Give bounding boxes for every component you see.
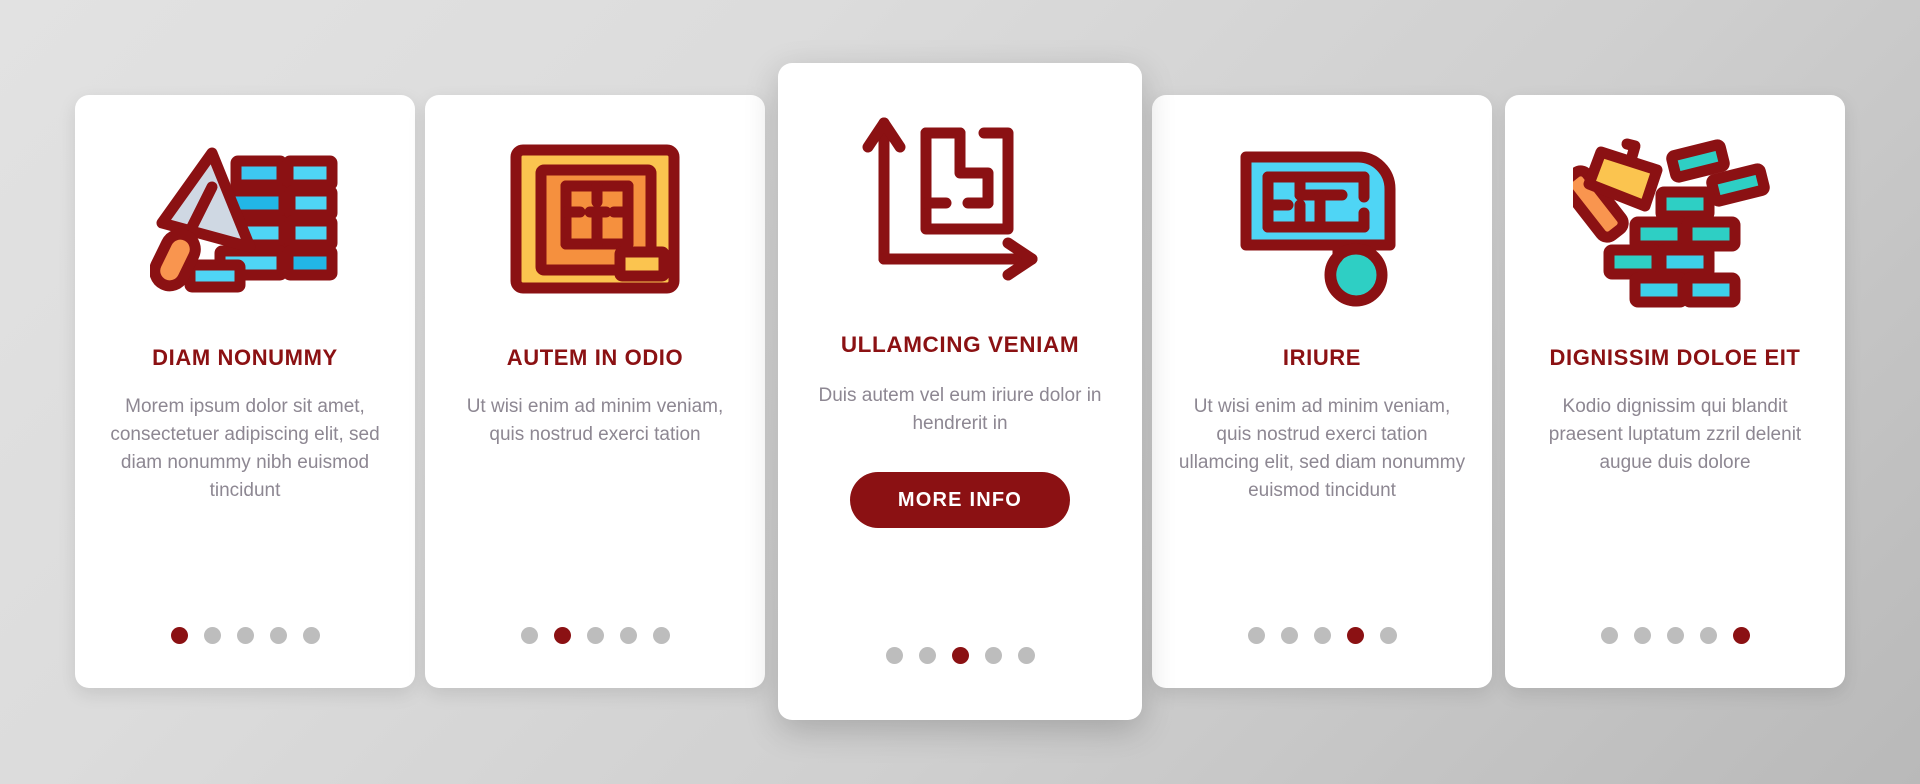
pagination-dot[interactable] <box>951 647 969 664</box>
pagination-dot[interactable] <box>1633 627 1651 644</box>
card-title: IRIURE <box>1282 345 1362 370</box>
pagination-dot[interactable] <box>269 627 287 644</box>
pagination-dot[interactable] <box>170 627 188 644</box>
pagination-dot[interactable] <box>1313 627 1331 644</box>
onboarding-card-3-featured[interactable]: ULLAMCING VENIAM Duis autem vel eum iriu… <box>778 63 1142 720</box>
card-body-text: Kodio dignissim qui blandit praesent lup… <box>1548 396 1802 474</box>
card-body-text: Ut wisi enim ad minim veniam, quis nostr… <box>1178 396 1466 502</box>
pagination-dot[interactable] <box>1666 627 1684 644</box>
pagination-dots[interactable] <box>1505 627 1845 644</box>
framed-floor-plan-icon <box>425 95 765 345</box>
pagination-dot[interactable] <box>1280 627 1298 644</box>
onboarding-card-1[interactable]: DIAM NONUMMY Morem ipsum dolor sit amet,… <box>75 95 415 688</box>
card-title: DIGNISSIM DOLOE EIT <box>1549 345 1801 370</box>
pagination-dots[interactable] <box>75 627 415 644</box>
pagination-dots[interactable] <box>1152 627 1492 644</box>
pagination-dot[interactable] <box>520 627 538 644</box>
onboarding-card-2[interactable]: AUTEM IN ODIO Ut wisi enim ad minim veni… <box>425 95 765 688</box>
pagination-dot[interactable] <box>1379 627 1397 644</box>
onboarding-card-4[interactable]: IRIURE Ut wisi enim ad minim veniam, qui… <box>1152 95 1492 688</box>
card-title: DIAM NONUMMY <box>152 345 338 370</box>
pagination-dot[interactable] <box>586 627 604 644</box>
pagination-dot[interactable] <box>203 627 221 644</box>
pagination-dot[interactable] <box>1346 627 1364 644</box>
pagination-dot[interactable] <box>236 627 254 644</box>
onboarding-card-5[interactable]: DIGNISSIM DOLOE EIT Kodio dignissim qui … <box>1505 95 1845 688</box>
card-body-text: Morem ipsum dolor sit amet, consectetuer… <box>110 396 380 502</box>
rolled-blueprint-icon <box>1152 95 1492 345</box>
pagination-dot[interactable] <box>984 647 1002 664</box>
pagination-dot[interactable] <box>1600 627 1618 644</box>
pagination-dot[interactable] <box>1017 647 1035 664</box>
pagination-dot[interactable] <box>918 647 936 664</box>
pagination-dots[interactable] <box>778 647 1142 664</box>
pagination-dot[interactable] <box>1699 627 1717 644</box>
card-title: AUTEM IN ODIO <box>506 345 684 370</box>
card-body-text: Duis autem vel eum iriure dolor in hendr… <box>818 385 1102 434</box>
floor-plan-axes-icon <box>778 63 1142 331</box>
pagination-dot[interactable] <box>885 647 903 664</box>
pagination-dot[interactable] <box>1247 627 1265 644</box>
pagination-dot[interactable] <box>302 627 320 644</box>
pagination-dot[interactable] <box>652 627 670 644</box>
card-title: ULLAMCING VENIAM <box>840 332 1080 357</box>
pagination-dot[interactable] <box>619 627 637 644</box>
trowel-bricks-icon <box>75 95 415 345</box>
hammer-brick-wall-icon <box>1505 95 1845 345</box>
more-info-button[interactable]: MORE INFO <box>849 471 1071 528</box>
pagination-dot[interactable] <box>1732 627 1750 644</box>
pagination-dot[interactable] <box>553 627 571 644</box>
pagination-dots[interactable] <box>425 627 765 644</box>
onboarding-screens-container: DIAM NONUMMY Morem ipsum dolor sit amet,… <box>0 0 1920 784</box>
card-body-text: Ut wisi enim ad minim veniam, quis nostr… <box>466 396 724 446</box>
